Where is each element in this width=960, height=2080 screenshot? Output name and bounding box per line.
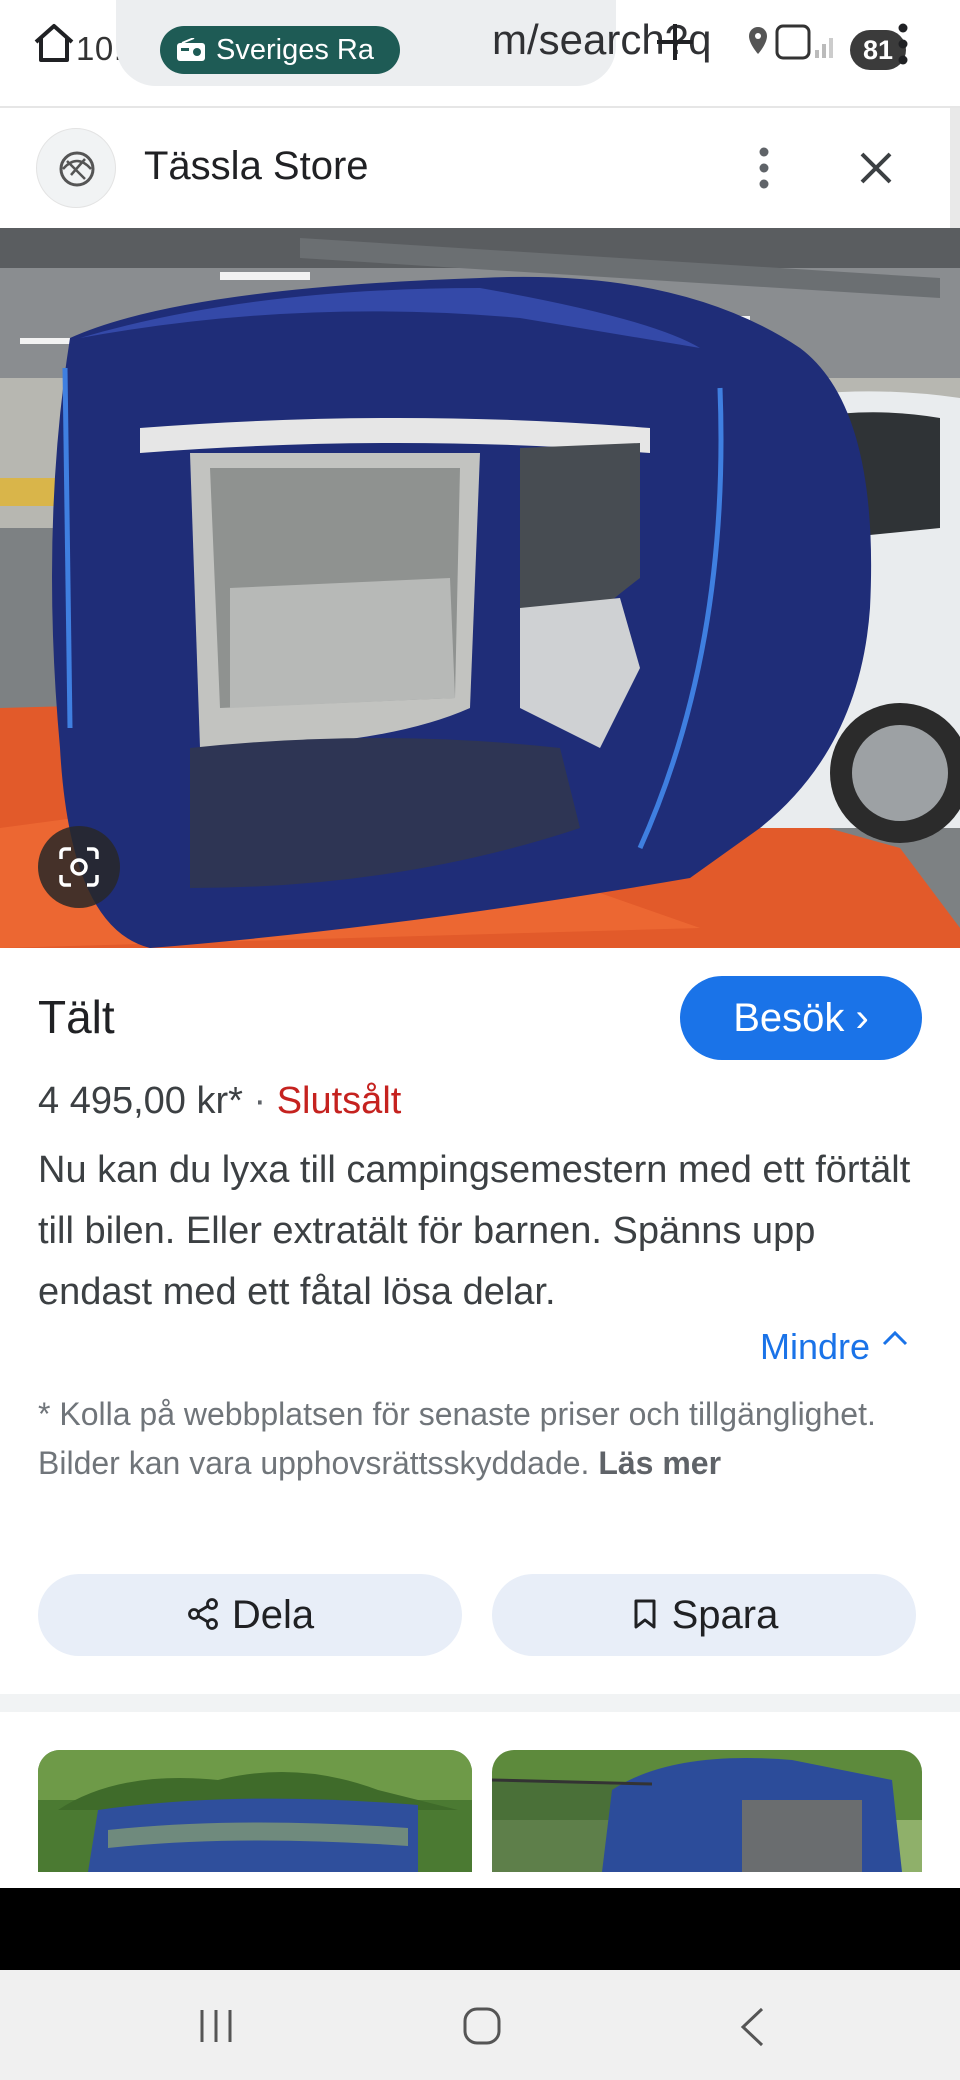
- save-label: Spara: [671, 1593, 779, 1637]
- store-name: Tässla Store: [144, 144, 369, 188]
- close-icon[interactable]: [852, 144, 900, 192]
- product-image[interactable]: [0, 228, 960, 948]
- related-product-thumbnail[interactable]: [38, 1750, 472, 1872]
- bookmark-icon: [634, 1599, 656, 1629]
- new-tab-icon[interactable]: [650, 14, 700, 70]
- price-row: 4 495,00 kr* · Slutsålt: [38, 1080, 401, 1123]
- tent-photo: [0, 228, 960, 948]
- product-title: Tält: [38, 991, 115, 1043]
- read-more-link[interactable]: Läs mer: [598, 1445, 721, 1481]
- media-notification-chip[interactable]: Sveriges Ra: [160, 26, 400, 74]
- share-label: Dela: [231, 1593, 315, 1637]
- browser-toolbar: 10:05 m/search?q Sveriges Ra 81: [0, 0, 960, 108]
- share-button[interactable]: Dela: [38, 1574, 462, 1656]
- system-navigation-bar: [0, 1970, 960, 2080]
- bottom-black-band: [0, 1888, 960, 1970]
- show-less-link[interactable]: Mindre: [760, 1326, 910, 1368]
- more-options-icon[interactable]: [752, 144, 776, 192]
- status-icons: [749, 24, 833, 60]
- show-less-label: Mindre: [760, 1326, 871, 1367]
- radio-icon: [177, 38, 205, 61]
- chevron-up-icon: [883, 1330, 908, 1346]
- price-disclaimer: * Kolla på webbplatsen för senaste prise…: [38, 1390, 898, 1488]
- recent-apps-icon[interactable]: [196, 2008, 236, 2044]
- scrollbar[interactable]: [950, 108, 960, 228]
- home-nav-icon[interactable]: [462, 2006, 502, 2046]
- availability-status: Slutsålt: [276, 1080, 402, 1122]
- related-image-1: [38, 1750, 472, 1872]
- store-logo: [36, 128, 116, 208]
- store-header: Tässla Store: [0, 108, 960, 226]
- price-separator: ·: [253, 1080, 267, 1122]
- media-chip-label: Sveriges Ra: [216, 34, 374, 66]
- product-price: 4 495,00 kr*: [38, 1080, 243, 1122]
- section-divider: [0, 1694, 960, 1712]
- product-description: Nu kan du lyxa till campingsemestern med…: [38, 1149, 911, 1313]
- related-product-thumbnail[interactable]: [492, 1750, 922, 1872]
- disclaimer-text: * Kolla på webbplatsen för senaste prise…: [38, 1396, 876, 1481]
- lens-icon: [59, 847, 99, 887]
- back-icon[interactable]: [738, 2006, 766, 2048]
- store-logo-icon: [59, 151, 95, 187]
- related-image-2: [492, 1750, 922, 1872]
- visit-button[interactable]: Besök ›: [680, 976, 922, 1060]
- save-button[interactable]: Spara: [492, 1574, 916, 1656]
- share-icon: [187, 1598, 218, 1631]
- lens-button[interactable]: [38, 826, 120, 908]
- home-icon[interactable]: [30, 18, 78, 66]
- browser-menu-icon[interactable]: [893, 20, 913, 68]
